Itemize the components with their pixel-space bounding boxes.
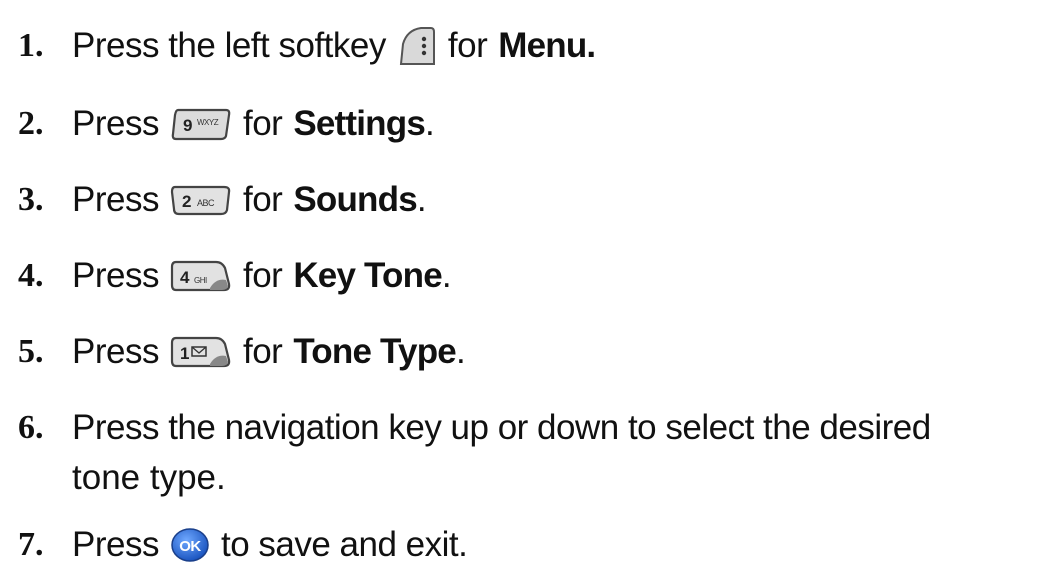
- step-end: .: [416, 180, 427, 219]
- step-7: 7. Press OK to save and exit.: [0, 520, 1064, 570]
- step-end: .: [441, 256, 452, 295]
- svg-text:4: 4: [180, 268, 190, 287]
- step-1: 1. Press the left softkey for Menu.: [0, 21, 1064, 71]
- step-number: 7.: [18, 526, 44, 563]
- step-target: Tone Type: [293, 332, 456, 371]
- step-text: Press the navigation key up or down to s…: [72, 408, 931, 447]
- step-6: 6. Press the navigation key up or down t…: [0, 403, 1064, 503]
- step-text-continued: tone type.: [72, 458, 226, 497]
- step-text: Press 4 GHI for Key Tone .: [72, 251, 452, 301]
- step-text: Press 9 WXYZ for Settings .: [72, 99, 435, 149]
- key-2-icon: 2 ABC: [170, 182, 232, 218]
- step-number: 4.: [18, 257, 44, 294]
- svg-text:1: 1: [180, 344, 189, 363]
- step-connector: for: [242, 104, 283, 143]
- step-number: 2.: [18, 105, 44, 142]
- svg-text:ABC: ABC: [197, 198, 215, 208]
- step-prefix: Press: [72, 256, 159, 295]
- instruction-steps: 1. Press the left softkey for Menu. 2. P…: [0, 0, 1064, 586]
- step-connector: for: [447, 26, 488, 65]
- step-3: 3. Press 2 ABC for Sounds .: [0, 175, 1064, 225]
- ok-key-icon: OK: [170, 526, 210, 564]
- svg-text:OK: OK: [179, 538, 201, 555]
- step-connector: for: [242, 332, 283, 371]
- step-prefix: Press: [72, 104, 159, 143]
- step-prefix: Press: [72, 180, 159, 219]
- step-connector: for: [242, 256, 283, 295]
- step-prefix: Press the left softkey: [72, 26, 386, 65]
- key-1-icon: 1: [170, 334, 232, 370]
- step-text: Press the left softkey for Menu.: [72, 21, 596, 71]
- step-text: Press OK to save and exit.: [72, 520, 468, 570]
- svg-text:WXYZ: WXYZ: [197, 118, 219, 127]
- left-softkey-icon: [397, 26, 437, 66]
- step-number: 6.: [18, 409, 44, 446]
- step-number: 3.: [18, 181, 44, 218]
- svg-text:GHI: GHI: [194, 276, 207, 285]
- step-number: 5.: [18, 333, 44, 370]
- key-4-icon: 4 GHI: [170, 258, 232, 294]
- key-9-icon: 9 WXYZ: [170, 106, 232, 142]
- step-end: .: [455, 332, 466, 371]
- step-suffix: to save and exit.: [220, 525, 468, 564]
- step-prefix: Press: [72, 525, 159, 564]
- step-5: 5. Press 1 for Tone Type .: [0, 327, 1064, 377]
- step-connector: for: [242, 180, 283, 219]
- step-2: 2. Press 9 WXYZ for Settings .: [0, 99, 1064, 149]
- step-target: Sounds: [293, 180, 417, 219]
- svg-text:2: 2: [182, 192, 191, 211]
- step-target: Menu.: [498, 26, 596, 65]
- step-prefix: Press: [72, 332, 159, 371]
- step-target: Settings: [293, 104, 425, 143]
- step-4: 4. Press 4 GHI for Key Tone .: [0, 251, 1064, 301]
- step-text: Press 1 for Tone Type .: [72, 327, 466, 377]
- svg-text:9: 9: [183, 116, 192, 135]
- step-end: .: [425, 104, 435, 143]
- step-target: Key Tone: [293, 256, 442, 295]
- step-text: Press 2 ABC for Sounds .: [72, 175, 427, 225]
- step-number: 1.: [18, 27, 44, 64]
